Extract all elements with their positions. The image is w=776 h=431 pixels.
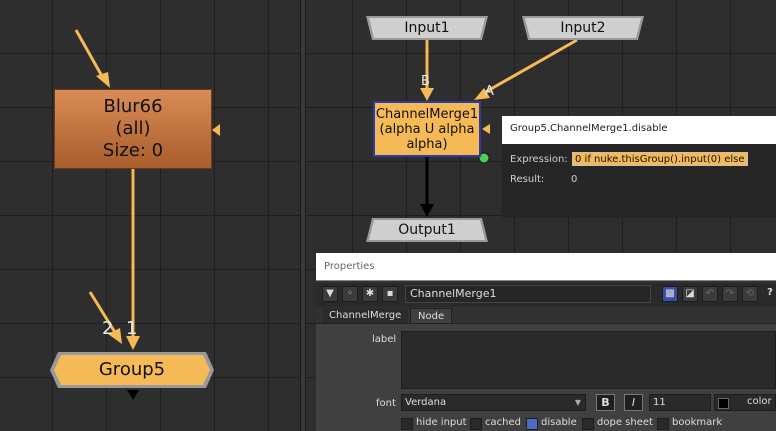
font-color-button[interactable]: color <box>714 394 776 411</box>
cm-mask-arrow <box>482 124 490 134</box>
redo-icon[interactable]: ↷ <box>722 286 738 302</box>
bookmark-checkbox[interactable] <box>657 418 669 430</box>
disable-checkbox[interactable] <box>526 418 538 430</box>
label-textarea[interactable] <box>401 331 776 389</box>
group-node[interactable]: Group5 <box>50 352 214 388</box>
hide-input-label: hide input <box>416 417 467 428</box>
label-field-label: label <box>372 334 397 345</box>
properties-title: Properties <box>324 261 375 272</box>
blur-input-arrow <box>96 72 110 88</box>
channel-merge-node[interactable]: ChannelMerge1 (alpha U alpha alpha) <box>373 101 481 157</box>
input1-label: Input1 <box>404 20 450 36</box>
expression-popup-title-bar: Group5.ChannelMerge1.disable <box>502 116 776 144</box>
input2-label: Input2 <box>560 20 606 36</box>
node-name-field[interactable]: ChannelMerge1 <box>405 285 651 303</box>
hide-input-checkbox[interactable] <box>401 418 413 430</box>
font-label: font <box>376 398 396 409</box>
cm-input-b-label: B <box>421 74 430 89</box>
chevron-down-icon: ▼ <box>574 398 581 407</box>
cm-node-op-line1: (alpha U alpha <box>379 121 475 137</box>
cm-input-a-label: A <box>485 84 494 99</box>
group-node-label: Group5 <box>98 359 166 380</box>
group-input-1-label: 1 <box>126 318 138 339</box>
collapse-triangle-icon[interactable]: ▼ <box>322 286 338 302</box>
undo-icon[interactable]: ↶ <box>702 286 718 302</box>
bug-icon[interactable]: ✱ <box>362 286 378 302</box>
font-select[interactable]: Verdana ▼ <box>401 394 586 411</box>
disable-label: disable <box>541 417 577 428</box>
cm-node-name: ChannelMerge1 <box>375 106 479 122</box>
dope-sheet-checkbox[interactable] <box>582 418 594 430</box>
undo-color-icon[interactable]: ◪ <box>682 286 698 302</box>
tab-node[interactable]: Node <box>410 308 453 324</box>
expression-popup-title: Group5.ChannelMerge1.disable <box>510 123 668 134</box>
bold-button[interactable]: B <box>596 394 615 411</box>
group-output-arrow <box>127 390 139 400</box>
input2-wire <box>481 38 578 96</box>
color-label: color <box>747 396 772 407</box>
expression-field[interactable]: 0 if nuke.thisGroup().input(0) else 1 <box>572 152 748 166</box>
blur-node-name: Blur66 <box>103 96 163 117</box>
blur-node[interactable]: Blur66 (all) Size: 0 <box>54 89 212 169</box>
revert-icon[interactable]: ⟲ <box>742 286 758 302</box>
input1-node[interactable]: Input1 <box>366 16 488 40</box>
output1-node[interactable]: Output1 <box>366 218 488 242</box>
properties-header: Properties <box>316 253 776 281</box>
italic-button[interactable]: I <box>624 394 643 411</box>
output-arrow <box>420 204 434 217</box>
help-icon[interactable]: ? <box>762 286 776 302</box>
node-graph-left[interactable]: Blur66 (all) Size: 0 2 1 Group5 <box>0 0 300 431</box>
color-swatch-icon[interactable]: ▩ <box>662 286 678 302</box>
bookmark-label: bookmark <box>672 417 723 428</box>
input2-node[interactable]: Input2 <box>522 16 644 40</box>
font-size-field[interactable]: 11 <box>649 394 711 411</box>
dope-sheet-label: dope sheet <box>597 417 653 428</box>
expression-label: Expression: <box>510 154 568 165</box>
output1-label: Output1 <box>398 222 456 238</box>
result-label: Result: <box>510 174 545 185</box>
input1-arrow <box>420 88 434 101</box>
group-input-2-label: 2 <box>102 318 114 339</box>
cached-checkbox[interactable] <box>470 418 482 430</box>
cached-label: cached <box>485 417 521 428</box>
color-swatch <box>718 398 729 409</box>
blur-mask-arrow <box>212 124 220 136</box>
blur-input-wire <box>74 29 105 79</box>
center-node-icon[interactable]: ▪ <box>382 286 398 302</box>
result-value: 0 <box>571 174 578 185</box>
cm-node-op-line2: alpha) <box>406 136 448 152</box>
tab-channelmerge[interactable]: ChannelMerge <box>322 308 409 323</box>
node-icon-toggle[interactable]: ◦ <box>342 286 358 302</box>
blur-node-size: Size: 0 <box>102 140 164 161</box>
font-select-value: Verdana <box>405 397 447 408</box>
blur-node-channels: (all) <box>115 118 151 139</box>
